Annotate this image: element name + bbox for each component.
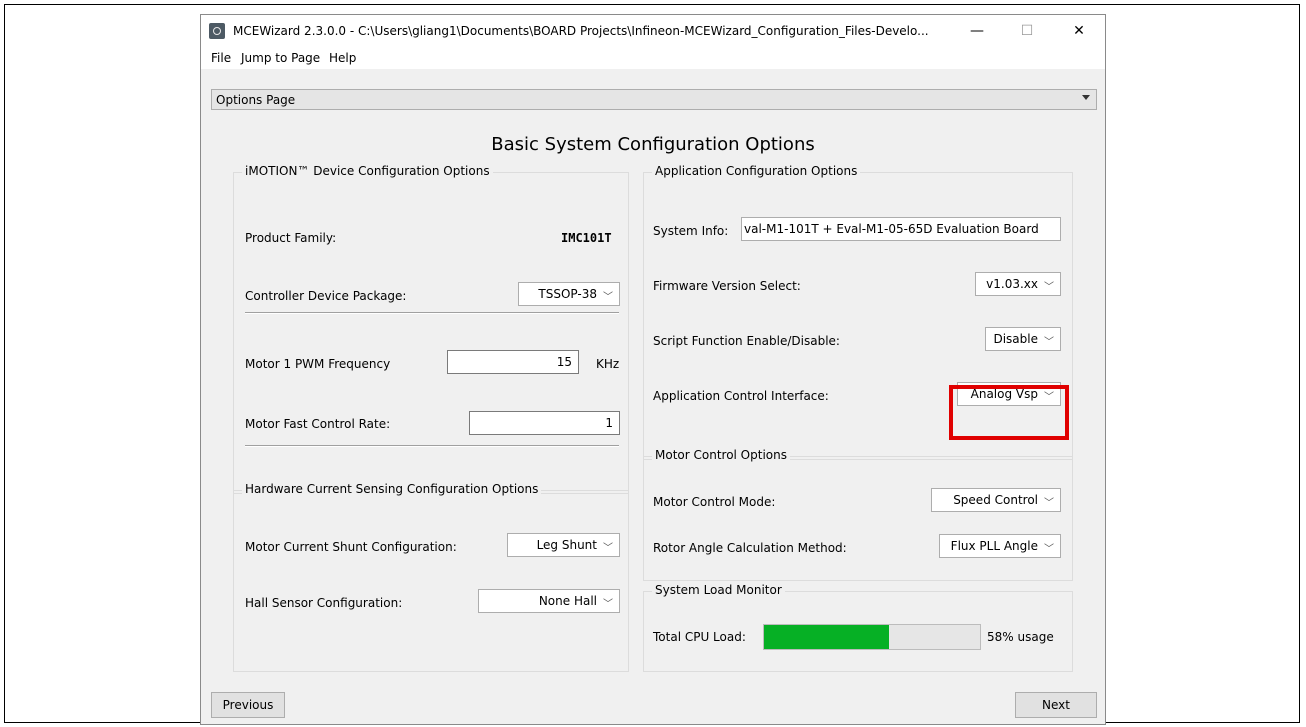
minimize-button[interactable]: — (957, 19, 997, 43)
page-selector-value: Options Page (216, 93, 296, 107)
chevron-down-icon: ﹀ (1044, 337, 1054, 348)
shunt-config-dropdown[interactable]: Leg Shunt ﹀ (507, 533, 620, 557)
motor-control-mode-label: Motor Control Mode: (653, 495, 776, 509)
hw-current-sensing-group-title: Hardware Current Sensing Configuration O… (242, 482, 542, 496)
menu-bar: File Jump to Page Help (201, 47, 1105, 69)
hall-sensor-value: None Hall (538, 594, 597, 608)
system-info-input[interactable] (742, 218, 1060, 240)
fast-control-rate-field[interactable] (469, 411, 620, 435)
menu-help[interactable]: Help (329, 51, 356, 65)
device-package-label: Controller Device Package: (245, 289, 407, 303)
product-family-label: Product Family: (245, 231, 337, 245)
close-button[interactable]: ✕ (1059, 19, 1099, 43)
device-config-group-title: iMOTION™ Device Configuration Options (242, 164, 493, 178)
next-button[interactable]: Next (1015, 692, 1097, 718)
chevron-down-icon: ﹀ (603, 292, 613, 303)
shunt-config-value: Leg Shunt (536, 538, 597, 552)
system-load-group-title: System Load Monitor (652, 583, 785, 597)
script-function-value: Disable (993, 332, 1038, 346)
rotor-angle-dropdown[interactable]: Flux PLL Angle ﹀ (939, 534, 1061, 558)
script-function-label: Script Function Enable/Disable: (653, 334, 840, 348)
mcewizard-app-icon (209, 23, 225, 39)
cpu-load-progress-bar (763, 624, 981, 650)
control-interface-label: Application Control Interface: (653, 389, 829, 403)
app-config-group-title: Application Configuration Options (652, 164, 861, 178)
previous-button[interactable]: Previous (211, 692, 285, 718)
cpu-load-label: Total CPU Load: (653, 630, 746, 644)
motor-control-group-title: Motor Control Options (652, 448, 790, 462)
mcewizard-window: MCEWizard 2.3.0.0 - C:\Users\gliang1\Doc… (200, 14, 1106, 725)
chevron-down-icon (1082, 95, 1090, 100)
chevron-down-icon: ﹀ (1044, 282, 1054, 293)
system-info-label: System Info: (653, 224, 729, 238)
pwm-frequency-label: Motor 1 PWM Frequency (245, 357, 391, 371)
device-package-dropdown[interactable]: TSSOP-38 ﹀ (518, 282, 620, 306)
product-family-value: IMC101T (561, 231, 612, 245)
firmware-version-label: Firmware Version Select: (653, 279, 801, 293)
rotor-angle-label: Rotor Angle Calculation Method: (653, 541, 847, 555)
separator (245, 312, 619, 314)
firmware-version-dropdown[interactable]: v1.03.xx ﹀ (975, 272, 1061, 296)
pwm-frequency-unit: KHz (596, 357, 620, 371)
hall-sensor-dropdown[interactable]: None Hall ﹀ (478, 589, 620, 613)
motor-control-mode-value: Speed Control (953, 493, 1038, 507)
menu-jump-to-page[interactable]: Jump to Page (241, 51, 320, 65)
hall-sensor-label: Hall Sensor Configuration: (245, 596, 403, 610)
chevron-down-icon: ﹀ (603, 599, 613, 610)
hw-current-sensing-group: Hardware Current Sensing Configuration O… (233, 482, 629, 672)
chevron-down-icon: ﹀ (603, 543, 613, 554)
window-title: MCEWizard 2.3.0.0 - C:\Users\gliang1\Doc… (233, 24, 929, 38)
chevron-down-icon: ﹀ (1044, 544, 1054, 555)
fast-control-rate-label: Motor Fast Control Rate: (245, 417, 391, 431)
system-info-field[interactable] (741, 217, 1061, 241)
device-package-value: TSSOP-38 (538, 287, 597, 301)
fast-control-rate-input[interactable] (470, 412, 619, 434)
page-selector-dropdown[interactable]: Options Page (211, 89, 1097, 110)
page-title: Basic System Configuration Options (491, 134, 815, 155)
motor-control-group: Motor Control Options (643, 448, 1073, 581)
firmware-version-value: v1.03.xx (986, 277, 1038, 291)
shunt-config-label: Motor Current Shunt Configuration: (245, 540, 457, 554)
pwm-frequency-input[interactable] (448, 351, 578, 373)
cpu-load-text: 58% usage (987, 630, 1054, 644)
chevron-down-icon: ﹀ (1044, 498, 1054, 509)
script-function-dropdown[interactable]: Disable ﹀ (985, 327, 1061, 351)
motor-control-mode-dropdown[interactable]: Speed Control ﹀ (931, 488, 1061, 512)
pwm-frequency-field[interactable] (447, 350, 579, 374)
maximize-button[interactable]: ☐ (1007, 19, 1047, 43)
highlight-box (949, 385, 1069, 440)
rotor-angle-value: Flux PLL Angle (950, 539, 1038, 553)
menu-file[interactable]: File (211, 51, 231, 65)
title-bar: MCEWizard 2.3.0.0 - C:\Users\gliang1\Doc… (201, 15, 1105, 47)
cpu-load-progress-fill (764, 625, 890, 649)
separator (245, 445, 619, 447)
